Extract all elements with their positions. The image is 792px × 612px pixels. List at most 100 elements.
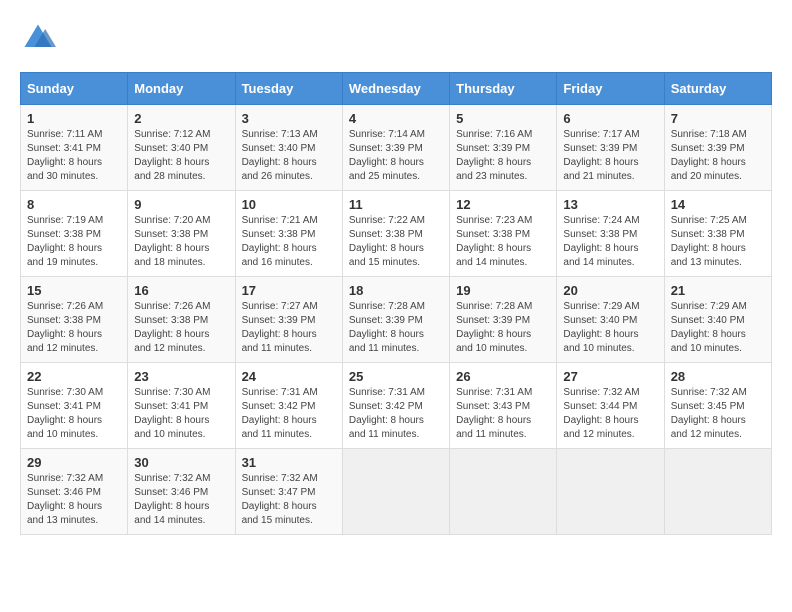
day-number: 15 bbox=[27, 283, 121, 298]
calendar-week-row: 29 Sunrise: 7:32 AMSunset: 3:46 PMDaylig… bbox=[21, 449, 772, 535]
calendar-cell: 12 Sunrise: 7:23 AMSunset: 3:38 PMDaylig… bbox=[450, 191, 557, 277]
calendar-cell: 11 Sunrise: 7:22 AMSunset: 3:38 PMDaylig… bbox=[342, 191, 449, 277]
day-info: Sunrise: 7:28 AMSunset: 3:39 PMDaylight:… bbox=[349, 300, 443, 356]
header-thursday: Thursday bbox=[450, 73, 557, 105]
header-sunday: Sunday bbox=[21, 73, 128, 105]
day-info: Sunrise: 7:31 AMSunset: 3:42 PMDaylight:… bbox=[349, 386, 443, 442]
day-info: Sunrise: 7:12 AMSunset: 3:40 PMDaylight:… bbox=[134, 128, 228, 184]
day-info: Sunrise: 7:32 AMSunset: 3:46 PMDaylight:… bbox=[27, 472, 121, 528]
day-info: Sunrise: 7:29 AMSunset: 3:40 PMDaylight:… bbox=[671, 300, 765, 356]
calendar-cell: 6 Sunrise: 7:17 AMSunset: 3:39 PMDayligh… bbox=[557, 105, 664, 191]
day-info: Sunrise: 7:32 AMSunset: 3:45 PMDaylight:… bbox=[671, 386, 765, 442]
day-number: 9 bbox=[134, 197, 228, 212]
day-info: Sunrise: 7:30 AMSunset: 3:41 PMDaylight:… bbox=[134, 386, 228, 442]
calendar-cell: 17 Sunrise: 7:27 AMSunset: 3:39 PMDaylig… bbox=[235, 277, 342, 363]
day-number: 25 bbox=[349, 369, 443, 384]
calendar-cell: 3 Sunrise: 7:13 AMSunset: 3:40 PMDayligh… bbox=[235, 105, 342, 191]
calendar-cell: 22 Sunrise: 7:30 AMSunset: 3:41 PMDaylig… bbox=[21, 363, 128, 449]
day-number: 11 bbox=[349, 197, 443, 212]
calendar-cell: 28 Sunrise: 7:32 AMSunset: 3:45 PMDaylig… bbox=[664, 363, 771, 449]
header-monday: Monday bbox=[128, 73, 235, 105]
calendar-week-row: 15 Sunrise: 7:26 AMSunset: 3:38 PMDaylig… bbox=[21, 277, 772, 363]
logo bbox=[20, 20, 62, 56]
calendar-cell bbox=[664, 449, 771, 535]
calendar-cell: 7 Sunrise: 7:18 AMSunset: 3:39 PMDayligh… bbox=[664, 105, 771, 191]
calendar-week-row: 22 Sunrise: 7:30 AMSunset: 3:41 PMDaylig… bbox=[21, 363, 772, 449]
day-info: Sunrise: 7:31 AMSunset: 3:42 PMDaylight:… bbox=[242, 386, 336, 442]
day-info: Sunrise: 7:32 AMSunset: 3:44 PMDaylight:… bbox=[563, 386, 657, 442]
header-tuesday: Tuesday bbox=[235, 73, 342, 105]
day-info: Sunrise: 7:22 AMSunset: 3:38 PMDaylight:… bbox=[349, 214, 443, 270]
calendar-cell: 13 Sunrise: 7:24 AMSunset: 3:38 PMDaylig… bbox=[557, 191, 664, 277]
calendar-cell: 8 Sunrise: 7:19 AMSunset: 3:38 PMDayligh… bbox=[21, 191, 128, 277]
calendar-cell: 24 Sunrise: 7:31 AMSunset: 3:42 PMDaylig… bbox=[235, 363, 342, 449]
day-info: Sunrise: 7:19 AMSunset: 3:38 PMDaylight:… bbox=[27, 214, 121, 270]
day-number: 22 bbox=[27, 369, 121, 384]
day-number: 1 bbox=[27, 111, 121, 126]
day-info: Sunrise: 7:29 AMSunset: 3:40 PMDaylight:… bbox=[563, 300, 657, 356]
day-info: Sunrise: 7:11 AMSunset: 3:41 PMDaylight:… bbox=[27, 128, 121, 184]
calendar-cell: 18 Sunrise: 7:28 AMSunset: 3:39 PMDaylig… bbox=[342, 277, 449, 363]
calendar-week-row: 8 Sunrise: 7:19 AMSunset: 3:38 PMDayligh… bbox=[21, 191, 772, 277]
day-info: Sunrise: 7:32 AMSunset: 3:46 PMDaylight:… bbox=[134, 472, 228, 528]
day-number: 26 bbox=[456, 369, 550, 384]
calendar-cell: 15 Sunrise: 7:26 AMSunset: 3:38 PMDaylig… bbox=[21, 277, 128, 363]
day-info: Sunrise: 7:18 AMSunset: 3:39 PMDaylight:… bbox=[671, 128, 765, 184]
calendar-cell: 30 Sunrise: 7:32 AMSunset: 3:46 PMDaylig… bbox=[128, 449, 235, 535]
calendar-cell: 31 Sunrise: 7:32 AMSunset: 3:47 PMDaylig… bbox=[235, 449, 342, 535]
calendar-cell: 21 Sunrise: 7:29 AMSunset: 3:40 PMDaylig… bbox=[664, 277, 771, 363]
day-number: 3 bbox=[242, 111, 336, 126]
day-info: Sunrise: 7:14 AMSunset: 3:39 PMDaylight:… bbox=[349, 128, 443, 184]
page-header bbox=[20, 20, 772, 56]
day-info: Sunrise: 7:30 AMSunset: 3:41 PMDaylight:… bbox=[27, 386, 121, 442]
day-number: 31 bbox=[242, 455, 336, 470]
day-number: 5 bbox=[456, 111, 550, 126]
day-number: 27 bbox=[563, 369, 657, 384]
day-number: 24 bbox=[242, 369, 336, 384]
day-info: Sunrise: 7:27 AMSunset: 3:39 PMDaylight:… bbox=[242, 300, 336, 356]
calendar-cell: 29 Sunrise: 7:32 AMSunset: 3:46 PMDaylig… bbox=[21, 449, 128, 535]
day-number: 2 bbox=[134, 111, 228, 126]
header-saturday: Saturday bbox=[664, 73, 771, 105]
day-info: Sunrise: 7:16 AMSunset: 3:39 PMDaylight:… bbox=[456, 128, 550, 184]
day-number: 21 bbox=[671, 283, 765, 298]
calendar-cell: 5 Sunrise: 7:16 AMSunset: 3:39 PMDayligh… bbox=[450, 105, 557, 191]
day-info: Sunrise: 7:28 AMSunset: 3:39 PMDaylight:… bbox=[456, 300, 550, 356]
calendar-cell: 19 Sunrise: 7:28 AMSunset: 3:39 PMDaylig… bbox=[450, 277, 557, 363]
calendar-cell bbox=[557, 449, 664, 535]
day-number: 4 bbox=[349, 111, 443, 126]
calendar-cell: 9 Sunrise: 7:20 AMSunset: 3:38 PMDayligh… bbox=[128, 191, 235, 277]
day-number: 10 bbox=[242, 197, 336, 212]
calendar-cell: 10 Sunrise: 7:21 AMSunset: 3:38 PMDaylig… bbox=[235, 191, 342, 277]
calendar-cell: 14 Sunrise: 7:25 AMSunset: 3:38 PMDaylig… bbox=[664, 191, 771, 277]
header-friday: Friday bbox=[557, 73, 664, 105]
day-info: Sunrise: 7:26 AMSunset: 3:38 PMDaylight:… bbox=[27, 300, 121, 356]
day-info: Sunrise: 7:26 AMSunset: 3:38 PMDaylight:… bbox=[134, 300, 228, 356]
day-number: 16 bbox=[134, 283, 228, 298]
day-number: 13 bbox=[563, 197, 657, 212]
calendar-cell bbox=[450, 449, 557, 535]
day-number: 18 bbox=[349, 283, 443, 298]
day-info: Sunrise: 7:24 AMSunset: 3:38 PMDaylight:… bbox=[563, 214, 657, 270]
header-wednesday: Wednesday bbox=[342, 73, 449, 105]
day-number: 19 bbox=[456, 283, 550, 298]
calendar-cell: 2 Sunrise: 7:12 AMSunset: 3:40 PMDayligh… bbox=[128, 105, 235, 191]
day-number: 20 bbox=[563, 283, 657, 298]
day-info: Sunrise: 7:32 AMSunset: 3:47 PMDaylight:… bbox=[242, 472, 336, 528]
day-number: 23 bbox=[134, 369, 228, 384]
day-info: Sunrise: 7:23 AMSunset: 3:38 PMDaylight:… bbox=[456, 214, 550, 270]
day-number: 12 bbox=[456, 197, 550, 212]
day-info: Sunrise: 7:20 AMSunset: 3:38 PMDaylight:… bbox=[134, 214, 228, 270]
calendar-cell: 27 Sunrise: 7:32 AMSunset: 3:44 PMDaylig… bbox=[557, 363, 664, 449]
day-number: 6 bbox=[563, 111, 657, 126]
calendar-cell: 20 Sunrise: 7:29 AMSunset: 3:40 PMDaylig… bbox=[557, 277, 664, 363]
day-info: Sunrise: 7:21 AMSunset: 3:38 PMDaylight:… bbox=[242, 214, 336, 270]
day-number: 8 bbox=[27, 197, 121, 212]
day-number: 17 bbox=[242, 283, 336, 298]
day-info: Sunrise: 7:31 AMSunset: 3:43 PMDaylight:… bbox=[456, 386, 550, 442]
calendar-table: SundayMondayTuesdayWednesdayThursdayFrid… bbox=[20, 72, 772, 535]
day-number: 28 bbox=[671, 369, 765, 384]
logo-icon bbox=[20, 20, 56, 56]
calendar-cell: 25 Sunrise: 7:31 AMSunset: 3:42 PMDaylig… bbox=[342, 363, 449, 449]
calendar-cell: 26 Sunrise: 7:31 AMSunset: 3:43 PMDaylig… bbox=[450, 363, 557, 449]
